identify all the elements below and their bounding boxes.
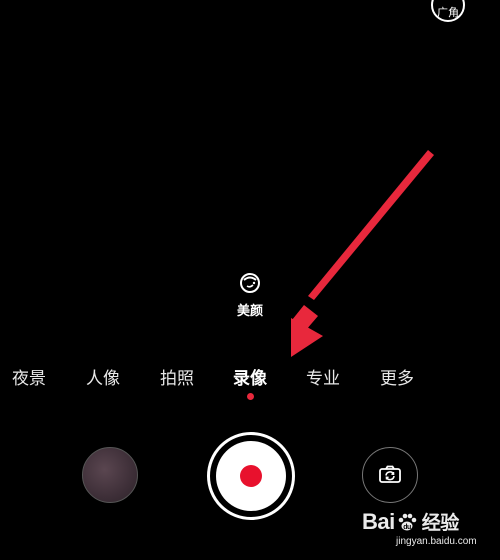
active-mode-indicator bbox=[247, 393, 254, 400]
watermark-brand-right: 经验 bbox=[421, 513, 460, 534]
gallery-thumbnail[interactable] bbox=[82, 447, 138, 503]
switch-camera-icon bbox=[379, 465, 401, 483]
record-button-face bbox=[216, 441, 286, 511]
svg-text:du: du bbox=[403, 524, 411, 531]
beauty-mode-toggle[interactable]: 美颜 bbox=[227, 272, 273, 319]
mode-selector: 夜景 人像 拍照 录像 专业 更多 bbox=[0, 364, 500, 389]
switch-camera-button[interactable] bbox=[362, 447, 418, 503]
baidu-jingyan-watermark: Bai du 经验 jingyan.baidu.com bbox=[362, 508, 492, 556]
mode-portrait[interactable]: 人像 bbox=[86, 364, 120, 389]
mode-more[interactable]: 更多 bbox=[380, 364, 414, 389]
record-dot bbox=[240, 465, 262, 487]
watermark-brand-left: Bai bbox=[362, 508, 395, 534]
record-button[interactable] bbox=[207, 432, 295, 520]
mode-night[interactable]: 夜景 bbox=[12, 364, 46, 389]
camera-screen: 广角 美颜 夜景 人像 拍照 录像 专业 更多 Bai du 经验 jingya… bbox=[0, 0, 500, 560]
wide-angle-button[interactable]: 广角 bbox=[431, 0, 465, 22]
wide-angle-label: 广角 bbox=[437, 6, 459, 19]
mode-pro[interactable]: 专业 bbox=[306, 364, 340, 389]
beauty-face-icon bbox=[240, 273, 260, 293]
beauty-label: 美颜 bbox=[236, 304, 263, 319]
mode-photo[interactable]: 拍照 bbox=[160, 364, 194, 389]
mode-video[interactable]: 录像 bbox=[233, 364, 267, 389]
paw-icon: du bbox=[398, 513, 417, 531]
watermark-url: jingyan.baidu.com bbox=[396, 536, 477, 547]
